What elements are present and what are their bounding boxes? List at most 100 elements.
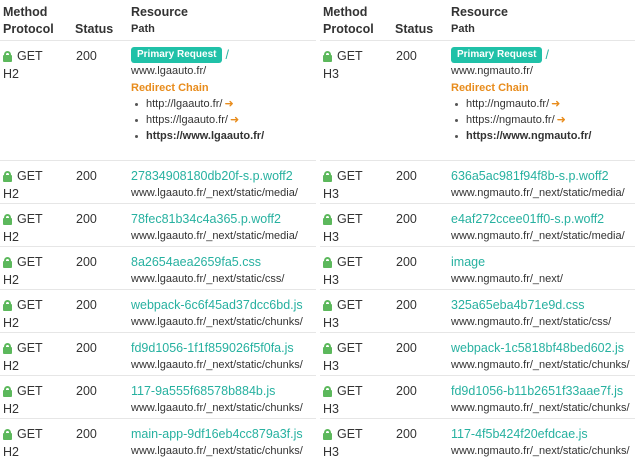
resource-path: www.lgaauto.fr/_next/static/css/ [131,273,285,285]
lock-icon [3,213,12,225]
status-cell: 200 [396,255,417,269]
request-row[interactable]: GET H2 200 fd9d1056-1f1f859026f5f0fa.js ww… [0,332,316,375]
resource-name-link[interactable]: fd9d1056-1f1f859026f5f0fa.js [131,339,316,357]
resource-name-link[interactable]: 636a5ac981f94f8b-s.p.woff2 [451,167,635,185]
method-protocol-header: Method Protocol [3,4,54,38]
request-row-primary[interactable]: GET H3 200 Primary Request / www.ngmauto.… [320,40,635,160]
method-cell: GET H2 [3,298,43,330]
resource-name-link[interactable]: e4af272ccee01ff0-s.p.woff2 [451,210,635,228]
resource-header: Resource Path [451,4,508,38]
status-header: Status [395,22,434,36]
resource-path: www.ngmauto.fr/_next/static/chunks/ [451,402,630,414]
method-cell: GET H3 [323,384,363,416]
resource-path: www.ngmauto.fr/_next/static/media/ [451,230,625,242]
path-header-label: Path [131,23,155,35]
status-cell: 200 [396,169,417,183]
lock-icon [323,50,332,62]
resource-name-link[interactable]: 27834908180db20f-s.p.woff2 [131,167,316,185]
request-row[interactable]: GET H2 200 webpack-6c6f45ad37dcc6bd.js www… [0,289,316,332]
lock-icon [323,170,332,182]
resource-name-link[interactable]: 325a65eba4b71e9d.css [451,296,635,314]
request-row[interactable]: GET H2 200 8a2654aea2659fa5.css www.lgaaut… [0,246,316,289]
resource-path: www.ngmauto.fr/_next/static/media/ [451,187,625,199]
request-row[interactable]: GET H2 200 main-app-9df16eb4cc879a3f.js ww… [0,418,316,465]
resource-path: www.ngmauto.fr/_next/static/chunks/ [451,445,630,457]
resource-cell: fd9d1056-b11b2651f33aae7f.js www.ngmauto.… [451,382,635,416]
request-row[interactable]: GET H3 200 117-4f5b424f20efdcae.js www.ngm… [320,418,635,465]
method-cell: GET H2 [3,212,43,244]
table-header: Method Protocol Status Resource Path [0,4,316,38]
protocol-header: Protocol [323,22,374,36]
redirect-chain-title: Redirect Chain [451,82,529,94]
status-cell: 200 [76,255,97,269]
resource-name-link[interactable]: 78fec81b34c4a365.p.woff2 [131,210,316,228]
resource-path: www.ngmauto.fr/_next/static/css/ [451,316,612,328]
resource-path: www.lgaauto.fr/_next/static/media/ [131,230,298,242]
resource-cell: 117-9a555f68578b884b.js www.lgaauto.fr/_n… [131,382,316,416]
redirect-chain-list: http://lgaauto.fr/➜ https://lgaauto.fr/➜… [135,96,316,144]
method-header: Method [323,5,368,19]
status-cell: 200 [76,384,97,398]
protocol-label: H2 [3,67,19,81]
request-row[interactable]: GET H2 200 27834908180db20f-s.p.woff2 www.… [0,160,316,203]
status-cell: 200 [76,212,97,226]
resource-header-label: Resource [451,5,508,19]
primary-request-badge: Primary Request [131,47,223,63]
redirect-chain-item-final: https://www.lgaauto.fr/ [135,128,316,144]
resource-path: www.lgaauto.fr/_next/static/chunks/ [131,316,303,328]
resource-cell: webpack-6c6f45ad37dcc6bd.js www.lgaauto.f… [131,296,316,330]
resource-name-link[interactable]: webpack-6c6f45ad37dcc6bd.js [131,296,316,314]
resource-name-link[interactable]: webpack-1c5818bf48bed602.js [451,339,635,357]
request-row[interactable]: GET H3 200 636a5ac981f94f8b-s.p.woff2 www.… [320,160,635,203]
resource-name-link[interactable]: / [545,48,548,62]
resource-cell: 325a65eba4b71e9d.css www.ngmauto.fr/_next… [451,296,635,330]
status-cell: 200 [76,49,97,63]
redirect-chain-title: Redirect Chain [131,82,209,94]
lock-icon [323,256,332,268]
resource-cell: 117-4f5b424f20efdcae.js www.ngmauto.fr/_n… [451,425,635,459]
request-row[interactable]: GET H3 200 webpack-1c5818bf48bed602.js www… [320,332,635,375]
redirect-chain-item: http://lgaauto.fr/➜ [135,96,316,112]
table-header: Method Protocol Status Resource Path [320,4,635,38]
method-label: GET [17,49,43,63]
request-row[interactable]: GET H2 200 117-9a555f68578b884b.js www.lga… [0,375,316,418]
redirect-chain-item-final: https://www.ngmauto.fr/ [455,128,635,144]
status-cell: 200 [396,212,417,226]
resource-name-link[interactable]: image [451,253,635,271]
resource-path: www.lgaauto.fr/ [131,65,207,77]
resource-path: www.lgaauto.fr/_next/static/chunks/ [131,402,303,414]
redirect-chain-item: https://lgaauto.fr/➜ [135,112,316,128]
lock-icon [3,299,12,311]
resource-path: www.ngmauto.fr/_next/static/chunks/ [451,359,630,371]
lock-icon [323,299,332,311]
lock-icon [323,385,332,397]
request-row[interactable]: GET H3 200 325a65eba4b71e9d.css www.ngmaut… [320,289,635,332]
resource-name-link[interactable]: 8a2654aea2659fa5.css [131,253,316,271]
redirect-arrow-icon: ➜ [229,114,240,126]
resource-name-link[interactable]: 117-4f5b424f20efdcae.js [451,425,635,443]
resource-cell: 78fec81b34c4a365.p.woff2 www.lgaauto.fr/_… [131,210,316,244]
status-cell: 200 [396,384,417,398]
status-header: Status [75,22,114,36]
resource-cell: fd9d1056-1f1f859026f5f0fa.js www.lgaauto.… [131,339,316,373]
status-cell: 200 [76,427,97,441]
method-cell: GET H3 [323,212,363,244]
resource-name-link[interactable]: / [225,48,228,62]
method-cell: GET H3 [323,427,363,459]
resource-name-link[interactable]: main-app-9df16eb4cc879a3f.js [131,425,316,443]
resource-name-link[interactable]: 117-9a555f68578b884b.js [131,382,316,400]
request-row[interactable]: GET H2 200 78fec81b34c4a365.p.woff2 www.lg… [0,203,316,246]
request-row[interactable]: GET H3 200 fd9d1056-b11b2651f33aae7f.js ww… [320,375,635,418]
resource-cell: webpack-1c5818bf48bed602.js www.ngmauto.f… [451,339,635,373]
resource-path: www.ngmauto.fr/ [451,65,533,77]
resource-name-link[interactable]: fd9d1056-b11b2651f33aae7f.js [451,382,635,400]
request-row-primary[interactable]: GET H2 200 Primary Request / www.lgaauto.… [0,40,316,160]
method-cell: GET H2 [3,255,43,287]
status-cell: 200 [396,341,417,355]
method-header: Method [3,5,48,19]
method-cell: GET H3 [323,169,363,201]
waterfall-panel-left: Method Protocol Status Resource Path GET… [0,0,316,465]
resource-path: www.lgaauto.fr/_next/static/chunks/ [131,359,303,371]
request-row[interactable]: GET H3 200 image www.ngmauto.fr/_next/ [320,246,635,289]
request-row[interactable]: GET H3 200 e4af272ccee01ff0-s.p.woff2 www.… [320,203,635,246]
